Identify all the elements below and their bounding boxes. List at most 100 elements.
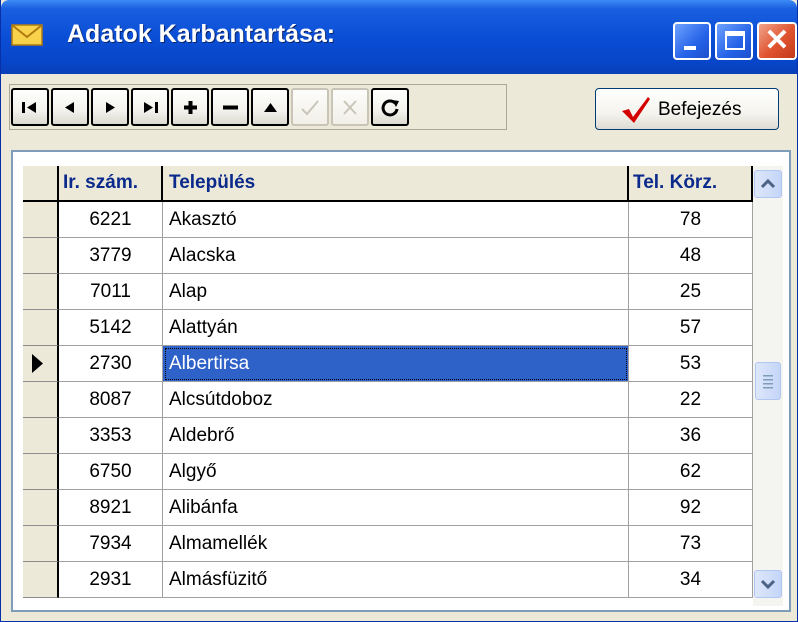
town-cell[interactable]: Akasztó bbox=[163, 202, 629, 238]
area-cell[interactable]: 73 bbox=[629, 526, 753, 562]
data-grid[interactable]: Ir. szám. Település Tel. Körz. 6221 Akasz… bbox=[23, 166, 783, 606]
area-cell[interactable]: 34 bbox=[629, 562, 753, 598]
row-indicator[interactable] bbox=[23, 202, 59, 238]
close-icon: ✕ bbox=[764, 24, 790, 57]
row-indicator[interactable] bbox=[23, 346, 59, 382]
table-row[interactable]: 8921 Alibánfa 92 bbox=[23, 490, 753, 526]
town-cell-text: Albertirsa bbox=[169, 353, 250, 374]
table-row[interactable]: 7934 Almamellék 73 bbox=[23, 526, 753, 562]
indicator-header bbox=[23, 166, 59, 202]
scroll-up-button[interactable] bbox=[754, 170, 782, 198]
area-cell[interactable]: 53 bbox=[629, 346, 753, 382]
row-indicator[interactable] bbox=[23, 490, 59, 526]
area-cell[interactable]: 36 bbox=[629, 418, 753, 454]
zip-cell-text: 2931 bbox=[89, 569, 132, 590]
zip-cell[interactable]: 6221 bbox=[59, 202, 163, 238]
town-cell[interactable]: Albertirsa bbox=[163, 346, 629, 382]
refresh-button[interactable] bbox=[371, 88, 409, 126]
town-cell[interactable]: Alattyán bbox=[163, 310, 629, 346]
area-cell-text: 62 bbox=[679, 461, 702, 482]
row-indicator[interactable] bbox=[23, 562, 59, 598]
area-cell[interactable]: 78 bbox=[629, 202, 753, 238]
table-row[interactable]: 2730 Albertirsa 53 bbox=[23, 346, 753, 382]
area-cell[interactable]: 62 bbox=[629, 454, 753, 490]
chevron-up-icon bbox=[760, 178, 776, 189]
edit-record-button[interactable] bbox=[251, 88, 289, 126]
envelope-icon bbox=[11, 24, 43, 46]
town-cell[interactable]: Algyő bbox=[163, 454, 629, 490]
insert-record-button[interactable] bbox=[171, 88, 209, 126]
scroll-thumb[interactable] bbox=[755, 362, 781, 400]
zip-cell[interactable]: 2931 bbox=[59, 562, 163, 598]
table-row[interactable]: 6750 Algyő 62 bbox=[23, 454, 753, 490]
town-cell[interactable]: Alap bbox=[163, 274, 629, 310]
column-header-area[interactable]: Tel. Körz. bbox=[629, 166, 753, 202]
row-indicator[interactable] bbox=[23, 526, 59, 562]
checkmark-icon bbox=[622, 97, 650, 123]
minimize-button[interactable] bbox=[673, 22, 711, 60]
area-cell-text: 48 bbox=[679, 245, 702, 266]
first-record-button[interactable] bbox=[11, 88, 49, 126]
town-cell-text: Akasztó bbox=[169, 209, 237, 230]
zip-cell-text: 6221 bbox=[89, 209, 132, 230]
town-cell[interactable]: Alibánfa bbox=[163, 490, 629, 526]
row-indicator[interactable] bbox=[23, 238, 59, 274]
title-bar[interactable]: Adatok Karbantartása: ✕ bbox=[1, 0, 797, 74]
town-cell[interactable]: Aldebrő bbox=[163, 418, 629, 454]
next-record-button[interactable] bbox=[91, 88, 129, 126]
zip-cell[interactable]: 2730 bbox=[59, 346, 163, 382]
zip-cell[interactable]: 8921 bbox=[59, 490, 163, 526]
cancel-edit-button[interactable] bbox=[331, 88, 369, 126]
prior-record-button[interactable] bbox=[51, 88, 89, 126]
table-row[interactable]: 2931 Almásfüzitő 34 bbox=[23, 562, 753, 598]
scroll-down-button[interactable] bbox=[754, 570, 782, 598]
zip-cell-text: 6750 bbox=[89, 461, 132, 482]
town-cell-text: Aldebrő bbox=[169, 425, 235, 446]
table-row[interactable]: 8087 Alcsútdoboz 22 bbox=[23, 382, 753, 418]
app-window: Adatok Karbantartása: ✕ Befejezés Ir. sz… bbox=[0, 0, 798, 622]
edit-triangle-icon bbox=[264, 103, 277, 112]
last-record-button[interactable] bbox=[131, 88, 169, 126]
next-record-icon bbox=[106, 102, 115, 113]
zip-cell[interactable]: 7934 bbox=[59, 526, 163, 562]
zip-cell[interactable]: 7011 bbox=[59, 274, 163, 310]
post-edit-button[interactable] bbox=[291, 88, 329, 126]
zip-cell[interactable]: 3353 bbox=[59, 418, 163, 454]
town-cell[interactable]: Almásfüzitő bbox=[163, 562, 629, 598]
area-cell[interactable]: 25 bbox=[629, 274, 753, 310]
zip-cell[interactable]: 3779 bbox=[59, 238, 163, 274]
table-row[interactable]: 6221 Akasztó 78 bbox=[23, 202, 753, 238]
area-cell[interactable]: 92 bbox=[629, 490, 753, 526]
column-header-zip[interactable]: Ir. szám. bbox=[59, 166, 163, 202]
area-cell[interactable]: 57 bbox=[629, 310, 753, 346]
zip-cell-text: 5142 bbox=[89, 317, 132, 338]
row-indicator[interactable] bbox=[23, 274, 59, 310]
area-cell-text: 73 bbox=[679, 533, 702, 554]
first-record-icon bbox=[22, 102, 36, 113]
table-row[interactable]: 7011 Alap 25 bbox=[23, 274, 753, 310]
zip-cell[interactable]: 8087 bbox=[59, 382, 163, 418]
column-header-town[interactable]: Település bbox=[163, 166, 629, 202]
area-cell-text: 25 bbox=[679, 281, 702, 302]
zip-cell[interactable]: 5142 bbox=[59, 310, 163, 346]
vertical-scrollbar[interactable] bbox=[753, 166, 783, 606]
town-cell[interactable]: Almamellék bbox=[163, 526, 629, 562]
refresh-icon bbox=[381, 99, 399, 117]
area-cell[interactable]: 48 bbox=[629, 238, 753, 274]
zip-cell[interactable]: 6750 bbox=[59, 454, 163, 490]
row-indicator[interactable] bbox=[23, 382, 59, 418]
done-button[interactable]: Befejezés bbox=[595, 88, 779, 130]
table-row[interactable]: 3353 Aldebrő 36 bbox=[23, 418, 753, 454]
plus-icon bbox=[184, 101, 197, 114]
maximize-button[interactable] bbox=[715, 22, 753, 60]
row-indicator[interactable] bbox=[23, 310, 59, 346]
area-cell[interactable]: 22 bbox=[629, 382, 753, 418]
row-indicator[interactable] bbox=[23, 418, 59, 454]
town-cell[interactable]: Alcsútdoboz bbox=[163, 382, 629, 418]
row-indicator[interactable] bbox=[23, 454, 59, 490]
town-cell[interactable]: Alacska bbox=[163, 238, 629, 274]
table-row[interactable]: 5142 Alattyán 57 bbox=[23, 310, 753, 346]
table-row[interactable]: 3779 Alacska 48 bbox=[23, 238, 753, 274]
close-button[interactable]: ✕ bbox=[757, 22, 797, 60]
delete-record-button[interactable] bbox=[211, 88, 249, 126]
